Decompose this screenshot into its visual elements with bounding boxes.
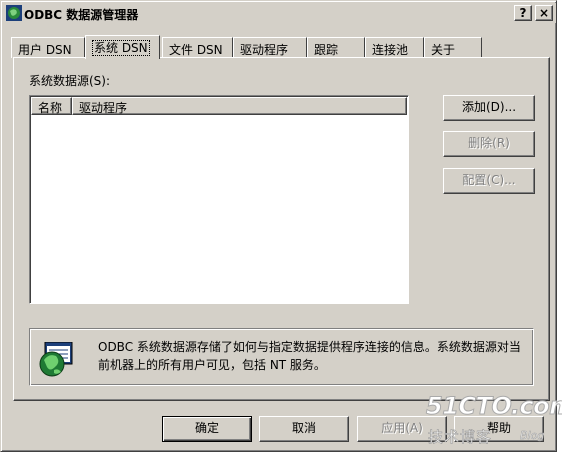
watermark-subtitle: 技术博客 [428, 428, 493, 447]
tab-system-dsn[interactable]: 系统 DSN [85, 35, 160, 59]
tab-tracing[interactable]: 跟踪 [307, 37, 365, 58]
odbc-dialog: ODBC 数据源管理器 ? × 用户 DSN 系统 DSN 文件 DSN 驱动程… [0, 0, 557, 452]
close-button[interactable]: × [535, 5, 553, 21]
watermark-logo: 51CTO.com [426, 392, 562, 421]
cancel-button[interactable]: 取消 [259, 416, 349, 442]
tab-about[interactable]: 关于 [424, 37, 482, 58]
tab-connection-pooling[interactable]: 连接池 [365, 37, 424, 58]
watermark-blog: Blog [520, 429, 545, 443]
odbc-globe-icon [6, 5, 22, 21]
system-dsn-panel: 系统数据源(S): 名称 驱动程序 添加(D)... 删除(R) 配置(C)..… [13, 57, 550, 401]
data-source-globe-icon [39, 342, 73, 377]
tab-drivers[interactable]: 驱动程序 [233, 37, 307, 58]
window-title: ODBC 数据源管理器 [24, 8, 139, 22]
list-label: 系统数据源(S): [29, 74, 111, 88]
system-dsn-list[interactable]: 名称 驱动程序 [29, 95, 409, 304]
remove-button[interactable]: 删除(R) [443, 131, 535, 157]
close-icon: × [538, 6, 550, 20]
title-bar[interactable]: ODBC 数据源管理器 ? × [3, 3, 556, 23]
add-button[interactable]: 添加(D)... [443, 95, 535, 121]
tab-file-dsn[interactable]: 文件 DSN [162, 37, 233, 58]
info-box: ODBC 系统数据源存储了如何与指定数据提供程序连接的信息。系统数据源对当前机器… [29, 328, 534, 386]
ok-button[interactable]: 确定 [162, 416, 252, 442]
info-description: ODBC 系统数据源存储了如何与指定数据提供程序连接的信息。系统数据源对当前机器… [98, 340, 521, 372]
tab-user-dsn[interactable]: 用户 DSN [11, 37, 85, 58]
configure-button[interactable]: 配置(C)... [443, 168, 535, 194]
column-header-name[interactable]: 名称 [31, 97, 72, 115]
help-title-button[interactable]: ? [514, 5, 532, 21]
site-watermark: 51CTO.com 技术博客 Blog [426, 392, 562, 454]
column-header-driver[interactable]: 驱动程序 [72, 97, 407, 115]
